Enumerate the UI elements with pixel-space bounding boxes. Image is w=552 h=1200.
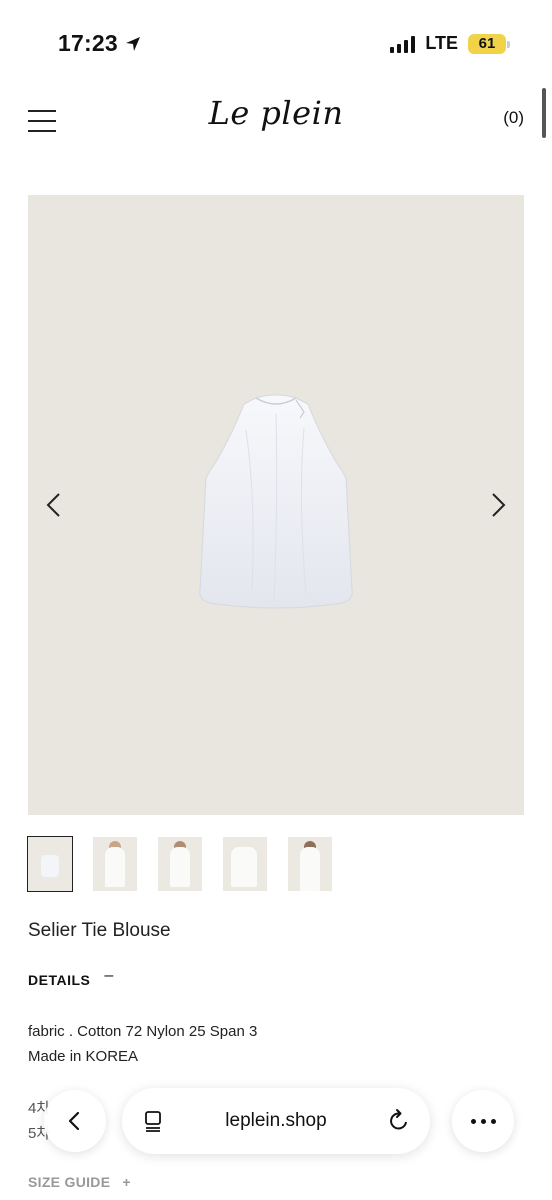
status-time: 17:23 [58, 30, 142, 57]
address-bar[interactable]: leplein.shop [122, 1088, 430, 1154]
product-image[interactable] [28, 195, 524, 815]
battery-icon: 61 [468, 33, 510, 54]
tabs-icon[interactable] [142, 1109, 166, 1133]
details-toggle[interactable]: DETAILS – [28, 967, 113, 988]
site-logo[interactable]: Le plein [0, 94, 552, 132]
blouse-image [199, 394, 353, 609]
size-guide-label: SIZE GUIDE [28, 1174, 111, 1190]
origin-info: Made in KOREA [28, 1048, 139, 1065]
prev-image-arrow-icon[interactable] [40, 490, 70, 520]
collapse-icon: – [104, 967, 114, 984]
browser-toolbar: leplein.shop [38, 1088, 516, 1154]
status-bar: 17:23 LTE 61 [0, 0, 552, 90]
time-text: 17:23 [58, 30, 118, 56]
back-arrow-icon [68, 1111, 80, 1131]
thumbnail-5[interactable] [288, 837, 332, 891]
thumbnail-strip [27, 836, 332, 892]
cart-button[interactable]: (0) [503, 108, 524, 128]
location-arrow-icon [125, 36, 140, 51]
ellipsis-icon [470, 1118, 496, 1124]
size-guide-toggle[interactable]: SIZE GUIDE + [28, 1174, 131, 1190]
network-label: LTE [425, 33, 458, 53]
url-text[interactable]: leplein.shop [166, 1110, 386, 1132]
details-label: DETAILS [28, 972, 91, 988]
thumbnail-3[interactable] [158, 837, 202, 891]
battery-level: 61 [478, 35, 496, 52]
product-name: Selier Tie Blouse [28, 920, 171, 941]
scroll-indicator [542, 88, 546, 138]
expand-icon: + [122, 1174, 131, 1190]
signal-icon [390, 35, 416, 53]
browser-back-button[interactable] [44, 1090, 106, 1152]
thumbnail-2[interactable] [93, 837, 137, 891]
site-header: Le plein (0) [0, 90, 552, 160]
thumbnail-1[interactable] [27, 836, 73, 892]
next-image-arrow-icon[interactable] [482, 490, 512, 520]
fabric-info: fabric . Cotton 72 Nylon 25 Span 3 [28, 1023, 258, 1040]
thumbnail-4[interactable] [223, 837, 267, 891]
reload-icon[interactable] [386, 1108, 412, 1134]
more-options-button[interactable] [452, 1090, 514, 1152]
status-right: LTE 61 [390, 33, 510, 54]
